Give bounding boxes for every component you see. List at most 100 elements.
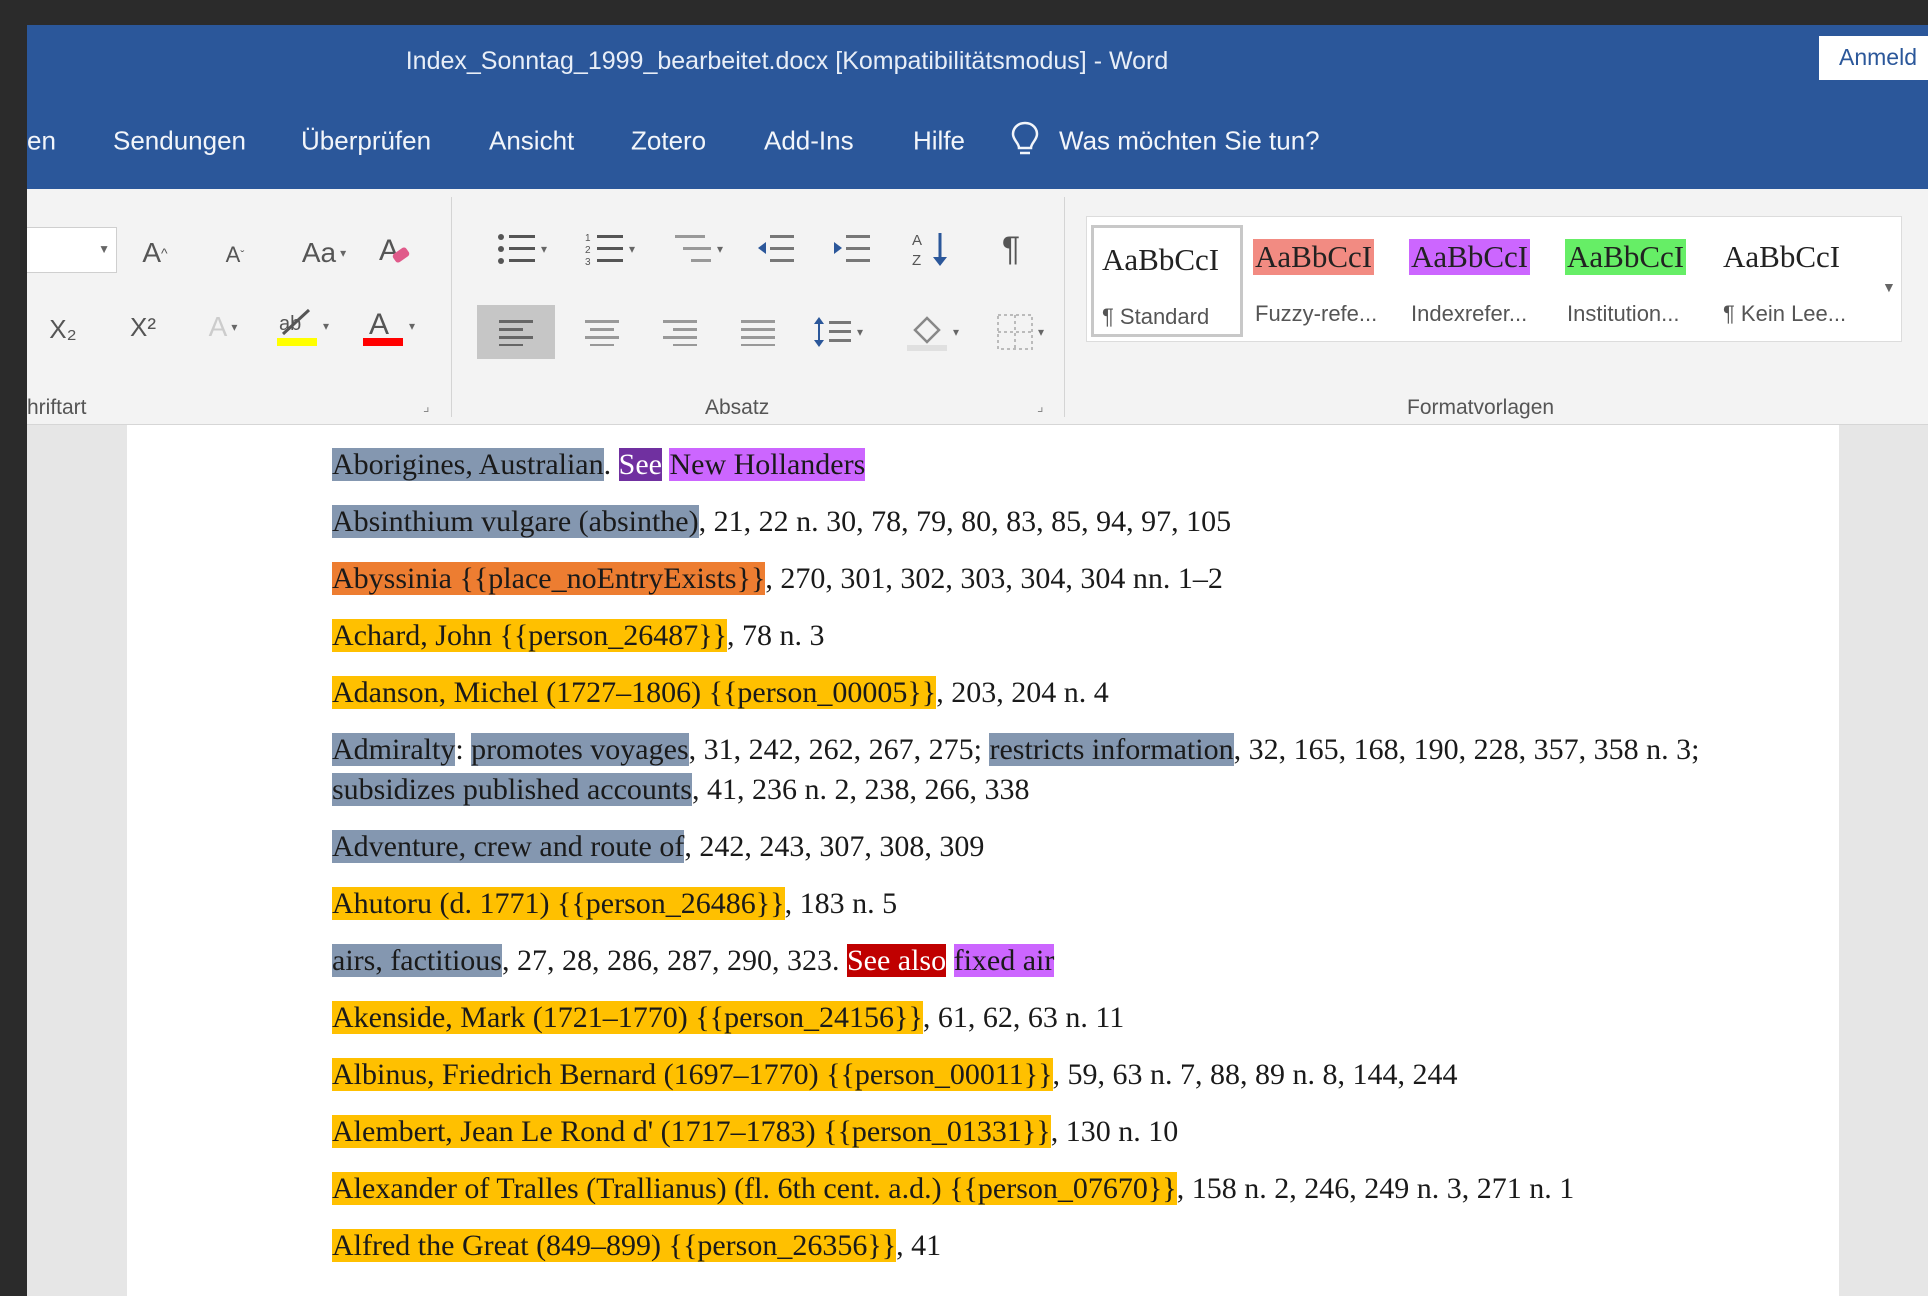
font-color-button[interactable]: A ▾	[355, 303, 421, 349]
change-case-icon: Aa	[301, 237, 337, 268]
index-entry: Albinus, Friedrich Bernard (1697–1770) {…	[332, 1055, 1762, 1095]
svg-text:2: 2	[585, 245, 591, 256]
subscript-button[interactable]: X₂	[41, 309, 85, 349]
increase-indent-icon	[834, 235, 870, 262]
text-effects-button[interactable]: A ▾	[195, 307, 251, 347]
clear-formatting-icon: A	[379, 234, 410, 267]
tab-ansicht[interactable]: Ansicht	[489, 126, 574, 157]
bullet-list-icon	[497, 234, 535, 264]
highlighted-term: Albinus, Friedrich Bernard (1697–1770) {…	[332, 1058, 1053, 1091]
gallery-more-icon[interactable]: ▼	[1882, 279, 1896, 295]
highlighted-term: Alfred the Great (849–899) {{person_2635…	[332, 1229, 897, 1262]
svg-text:ab: ab	[279, 313, 301, 335]
entry-text: , 21, 22 n. 30, 78, 79, 80, 83, 85, 94, …	[698, 505, 1232, 538]
group-separator	[1064, 197, 1065, 417]
highlighted-term: Admiralty	[332, 733, 456, 766]
tab-sendungen[interactable]: Sendungen	[113, 126, 246, 157]
highlighted-term: Achard, John {{person_26487}}	[332, 619, 728, 652]
font-color-icon: A	[362, 308, 403, 346]
decrease-indent-button[interactable]	[751, 227, 801, 271]
highlighted-term: Ahutoru (d. 1771) {{person_26486}}	[332, 887, 785, 920]
style-fuzzy-reference[interactable]: AaBbCcI Fuzzy-refe...	[1247, 225, 1399, 337]
highlighted-term: Alexander of Tralles (Trallianus) (fl. 6…	[332, 1172, 1177, 1205]
multilevel-list-button[interactable]: ▾	[663, 227, 733, 271]
highlighted-term: See also	[846, 944, 947, 977]
highlighted-term: Alembert, Jean Le Rond d' (1717–1783) {{…	[332, 1115, 1051, 1148]
index-entry: Ahutoru (d. 1771) {{person_26486}}, 183 …	[332, 884, 1762, 924]
dialog-launcher-icon[interactable]: ⌟	[423, 398, 430, 415]
borders-icon	[996, 314, 1033, 350]
tell-me-search[interactable]: Was möchten Sie tun?	[1059, 126, 1320, 157]
entry-text: , 31, 242, 262, 267, 275;	[688, 733, 990, 766]
align-left-button[interactable]	[477, 305, 555, 359]
shrink-font-button[interactable]: Aˇ	[215, 237, 255, 273]
numbered-list-icon: 123	[585, 233, 623, 266]
style-institution[interactable]: AaBbCcI Institution...	[1559, 225, 1711, 337]
tab-ueberpruefen[interactable]: Überprüfen	[301, 126, 431, 157]
shrink-font-icon: A	[225, 242, 241, 267]
font-size-combo[interactable]: ▼	[27, 227, 117, 273]
tab-zotero[interactable]: Zotero	[631, 126, 706, 157]
align-right-button[interactable]	[653, 305, 707, 359]
increase-indent-button[interactable]	[827, 227, 877, 271]
highlighted-term: Akenside, Mark (1721–1770) {{person_2415…	[332, 1001, 923, 1034]
text-effects-icon: A	[208, 311, 228, 342]
align-center-button[interactable]	[575, 305, 629, 359]
sign-in-button[interactable]: Anmeld	[1819, 36, 1928, 80]
entry-text: , 61, 62, 63 n. 11	[922, 1001, 1125, 1034]
shading-button[interactable]: ▾	[895, 305, 969, 359]
svg-text:3: 3	[585, 257, 591, 266]
sort-button[interactable]: AZ	[907, 225, 957, 273]
index-entry: Abyssinia {{place_noEntryExists}}, 270, …	[332, 559, 1762, 599]
document-page[interactable]: Aborigines, Australian. See New Hollande…	[127, 425, 1839, 1296]
numbering-button[interactable]: 123 ▾	[575, 227, 645, 271]
entry-text: , 203, 204 n. 4	[936, 676, 1109, 709]
index-entries: Aborigines, Australian. See New Hollande…	[332, 445, 1762, 1283]
style-name: ¶ Standard	[1102, 304, 1210, 329]
chevron-down-icon: ▾	[1037, 325, 1045, 339]
borders-button[interactable]: ▾	[983, 305, 1057, 359]
index-entry: Admiralty: promotes voyages, 31, 242, 26…	[332, 730, 1762, 810]
change-case-button[interactable]: Aa ▾	[289, 233, 359, 273]
tab-hilfe[interactable]: Hilfe	[913, 126, 965, 157]
style-index-reference[interactable]: AaBbCcI Indexrefer...	[1403, 225, 1555, 337]
entry-text: , 32, 165, 168, 190, 228, 357, 358 n. 3;	[1233, 733, 1700, 766]
bullets-button[interactable]: ▾	[487, 227, 557, 271]
index-entry: Alexander of Tralles (Trallianus) (fl. 6…	[332, 1169, 1762, 1209]
highlight-color-button[interactable]: ab ▾	[267, 303, 337, 349]
chevron-down-icon: ▼	[98, 242, 110, 256]
tab-insert-partial[interactable]: en	[27, 126, 56, 157]
font-group-label: hriftart	[27, 396, 87, 419]
justify-icon	[741, 320, 775, 346]
entry-text: , 270, 301, 302, 303, 304, 304 nn. 1–2	[765, 562, 1223, 595]
style-standard[interactable]: AaBbCcI ¶ Standard	[1091, 225, 1243, 337]
svg-text:A: A	[369, 308, 389, 341]
sort-az-icon: AZ	[912, 232, 947, 269]
lightbulb-icon[interactable]	[1010, 120, 1040, 160]
align-left-icon	[499, 320, 533, 346]
title-bar: Index_Sonntag_1999_bearbeitet.docx [Komp…	[27, 25, 1928, 95]
grow-font-button[interactable]: A ^	[135, 233, 175, 273]
dialog-launcher-icon[interactable]: ⌟	[1037, 398, 1044, 415]
style-name: Indexrefer...	[1411, 301, 1528, 326]
align-center-icon	[585, 320, 619, 346]
justify-button[interactable]	[731, 305, 785, 359]
group-separator	[451, 197, 452, 417]
clear-formatting-button[interactable]: A	[371, 225, 419, 275]
style-no-spacing[interactable]: AaBbCcI ¶ Kein Lee...	[1715, 225, 1867, 337]
decrease-indent-icon	[758, 235, 794, 262]
chevron-down-icon: ▾	[322, 319, 330, 333]
tab-add-ins[interactable]: Add-Ins	[764, 126, 854, 157]
entry-text: , 41	[896, 1229, 942, 1262]
highlighted-term: fixed air	[953, 944, 1055, 977]
line-spacing-button[interactable]: ▾	[803, 305, 873, 359]
svg-text:Z: Z	[912, 252, 921, 269]
chevron-down-icon: ▾	[231, 320, 238, 334]
show-paragraph-marks-button[interactable]: ¶	[991, 225, 1031, 273]
svg-text:A: A	[912, 232, 922, 249]
chevron-down-icon: ▾	[952, 325, 960, 339]
superscript-button[interactable]: X²	[121, 307, 165, 347]
style-sample: AaBbCcI	[1409, 239, 1531, 275]
highlighted-term: Abyssinia {{place_noEntryExists}}	[332, 562, 766, 595]
style-name: Fuzzy-refe...	[1255, 301, 1378, 326]
